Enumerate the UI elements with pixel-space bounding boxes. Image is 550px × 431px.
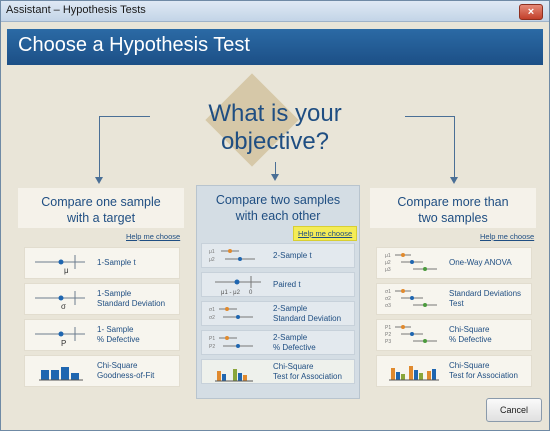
paired-icon: μ1 - μ2 0	[215, 276, 261, 296]
card-label: 1- Sample	[97, 325, 134, 334]
arrow-down-icon	[450, 177, 458, 184]
card-label: % Defective	[273, 342, 316, 352]
help-me-choose-link[interactable]: Help me choose	[293, 226, 358, 241]
card-1-sample-std-dev[interactable]: σ 1-Sample Standard Deviation	[24, 283, 180, 315]
distribution-icon: μ	[35, 255, 85, 275]
card-chi-square-association[interactable]: Chi-Square Test for Association	[201, 359, 355, 384]
card-label: 1-Sample	[97, 289, 132, 298]
card-label: Standard Deviation	[273, 313, 342, 323]
svg-text:μ3: μ3	[385, 267, 391, 273]
multi-std-dev-icon: σ1 σ2 σ3	[385, 289, 437, 309]
svg-text:σ: σ	[61, 302, 66, 311]
column-title-line2: with each other	[235, 209, 321, 223]
column-header: Compare one sample with a target	[18, 188, 184, 228]
column-two-samples: Compare two samples with each other Help…	[196, 185, 360, 399]
column-title-line1: Compare two samples	[215, 193, 341, 207]
card-chi-square-association[interactable]: Chi-Square Test for Association	[376, 355, 532, 387]
card-label: Chi-Square	[449, 325, 490, 334]
svg-text:σ2: σ2	[385, 296, 391, 302]
card-label: Paired t	[273, 279, 301, 289]
card-label: Chi-Square	[273, 361, 314, 371]
grouped-bar-icon	[389, 366, 439, 381]
dialog-window: Assistant – Hypothesis Tests × Choose a …	[0, 0, 550, 431]
column-title-line1: Compare more than	[397, 195, 509, 209]
page-title: Choose a Hypothesis Test	[18, 34, 250, 56]
card-2-sample-t[interactable]: μ1 μ2 2-Sample t	[201, 243, 355, 268]
card-label: One-Way ANOVA	[449, 258, 512, 267]
card-1-sample-t[interactable]: μ 1-Sample t	[24, 247, 180, 279]
card-chi-square-gof[interactable]: Chi-Square Goodness-of-Fit	[24, 355, 180, 387]
card-label: 1-Sample t	[97, 258, 136, 267]
connector-right-vertical	[454, 116, 455, 178]
card-label: Goodness-of-Fit	[97, 371, 155, 380]
connector-left-vertical	[99, 116, 100, 178]
svg-text:μ2: μ2	[209, 257, 215, 263]
header-banner: Choose a Hypothesis Test	[7, 29, 543, 65]
two-proportion-icon: P1 P2	[209, 336, 253, 350]
window-title: Assistant – Hypothesis Tests	[6, 4, 146, 16]
bar-chart-icon	[39, 367, 83, 381]
column-header: Compare two samples with each other	[197, 186, 359, 226]
card-chi-square-pct-defective[interactable]: P1 P2 P3 Chi-Square % Defective	[376, 319, 532, 351]
help-me-choose-link[interactable]: Help me choose	[126, 232, 180, 241]
svg-text:σ1: σ1	[385, 289, 391, 295]
card-label: 2-Sample	[273, 332, 308, 342]
card-label: 2-Sample t	[273, 250, 312, 260]
column-title-line1: Compare one sample	[41, 195, 161, 209]
proportion-icon: P	[35, 327, 85, 348]
svg-text:P1: P1	[385, 325, 391, 331]
svg-text:μ2: μ2	[385, 260, 391, 266]
close-button[interactable]: ×	[519, 4, 543, 20]
card-paired-t[interactable]: μ1 - μ2 0 Paired t	[201, 272, 355, 297]
card-label: 2-Sample	[273, 303, 308, 313]
two-std-dev-icon: σ1 σ2	[209, 307, 253, 321]
svg-text:σ2: σ2	[209, 315, 215, 321]
svg-text:μ: μ	[64, 266, 69, 275]
connector-left-horizontal	[99, 116, 150, 117]
svg-text:P1: P1	[209, 336, 215, 342]
help-me-choose-link[interactable]: Help me choose	[480, 232, 534, 241]
multi-proportion-icon: P1 P2 P3	[385, 325, 437, 345]
card-label: Test for Association	[273, 371, 342, 381]
title-bar: Assistant – Hypothesis Tests ×	[1, 1, 549, 22]
grouped-bar-icon	[215, 369, 253, 382]
svg-text:P2: P2	[209, 344, 215, 350]
card-2-sample-std-dev[interactable]: σ1 σ2 2-Sample Standard Deviation	[201, 301, 355, 326]
two-sample-icon: μ1 μ2	[209, 249, 255, 263]
svg-text:0: 0	[249, 290, 253, 296]
column-one-sample: Compare one sample with a target Help me…	[18, 188, 184, 395]
card-std-dev-test[interactable]: σ1 σ2 σ3 Standard Deviations Test	[376, 283, 532, 315]
connector-right-horizontal	[405, 116, 454, 117]
objective-heading: What is your objective?	[208, 100, 342, 155]
card-1-sample-pct-defective[interactable]: P 1- Sample % Defective	[24, 319, 180, 351]
std-dev-icon: σ	[35, 291, 85, 311]
arrow-down-icon	[95, 177, 103, 184]
card-label: Chi-Square	[449, 361, 490, 370]
multi-sample-icon: μ1 μ2 μ3	[385, 253, 437, 273]
svg-text:μ1: μ1	[209, 249, 215, 255]
svg-text:σ3: σ3	[385, 303, 391, 309]
column-more-than-two: Compare more than two samples Help me ch…	[370, 188, 536, 395]
card-label: Standard Deviations	[449, 289, 522, 298]
column-header: Compare more than two samples	[370, 188, 536, 228]
svg-text:P: P	[61, 339, 66, 348]
card-label: Test for Association	[449, 371, 518, 380]
card-label: Test	[449, 299, 464, 308]
svg-text:μ1: μ1	[385, 253, 391, 259]
svg-text:P2: P2	[385, 332, 391, 338]
svg-text:P3: P3	[385, 339, 391, 345]
column-title-line2: with a target	[66, 211, 136, 225]
svg-text:μ1 - μ2: μ1 - μ2	[221, 290, 241, 296]
card-2-sample-pct-defective[interactable]: P1 P2 2-Sample % Defective	[201, 330, 355, 355]
arrow-down-icon	[271, 174, 279, 181]
card-label: % Defective	[97, 335, 140, 344]
card-one-way-anova[interactable]: μ1 μ2 μ3 One-Way ANOVA	[376, 247, 532, 279]
card-label: % Defective	[449, 335, 492, 344]
cancel-button[interactable]: Cancel	[486, 398, 542, 422]
svg-text:σ1: σ1	[209, 307, 215, 313]
column-title-line2: two samples	[418, 211, 488, 225]
card-label: Standard Deviation	[97, 299, 166, 308]
card-label: Chi-Square	[97, 361, 138, 370]
